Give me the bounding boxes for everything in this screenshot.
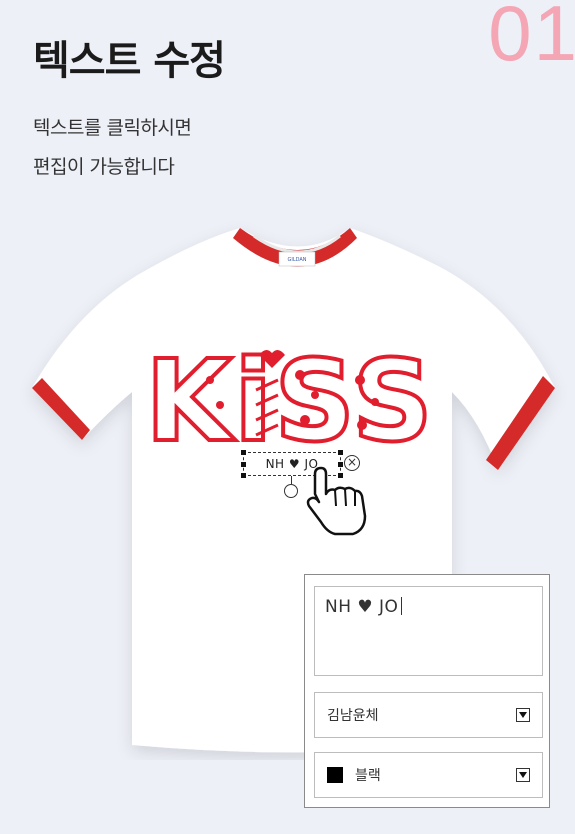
shirt-tag: GILDAN xyxy=(287,257,306,263)
rotate-icon[interactable] xyxy=(284,484,298,498)
description-line-2: 편집이 가능합니다 xyxy=(33,156,175,178)
hand-cursor-icon xyxy=(306,466,367,536)
step-number: 01 xyxy=(488,0,575,77)
text-input-value: NH ♥ JO xyxy=(325,597,399,617)
font-select-value: 김남윤체 xyxy=(327,708,379,724)
color-select[interactable]: 블랙 xyxy=(314,752,543,798)
resize-handle[interactable] xyxy=(241,473,246,478)
text-caret xyxy=(401,597,403,615)
color-select-value: 블랙 xyxy=(355,768,381,784)
edit-panel: NH ♥ JO 김남윤체 블랙 xyxy=(304,574,550,808)
resize-handle[interactable] xyxy=(338,450,343,455)
font-select[interactable]: 김남윤체 xyxy=(314,692,543,738)
color-swatch xyxy=(327,767,343,783)
resize-handle[interactable] xyxy=(241,450,246,455)
shirt-print-text: KiSS xyxy=(145,337,434,467)
resize-handle[interactable] xyxy=(241,462,246,467)
text-input[interactable]: NH ♥ JO xyxy=(314,586,543,676)
dropdown-arrow-icon[interactable] xyxy=(516,768,530,782)
rotate-connector xyxy=(291,476,292,484)
page-title: 텍스트 수정 xyxy=(33,38,226,84)
dropdown-arrow-icon[interactable] xyxy=(516,708,530,722)
description-line-1: 텍스트를 클릭하시면 xyxy=(33,117,192,139)
